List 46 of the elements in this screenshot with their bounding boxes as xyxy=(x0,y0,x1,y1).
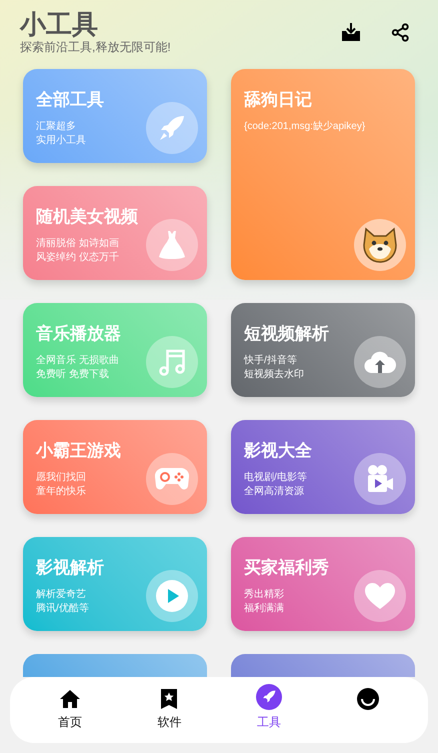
play-icon xyxy=(156,580,188,612)
card-title: 全部工具 xyxy=(36,89,104,111)
music-note-icon xyxy=(158,347,186,377)
tool-card[interactable]: 影视大全 电视剧/电影等 全网高清资源 xyxy=(231,420,415,514)
card-description: 解析爱奇艺 腾讯/优酷等 xyxy=(36,588,89,616)
rocket-icon xyxy=(260,689,277,705)
card-description: 电视剧/电影等 全网高清资源 xyxy=(244,471,307,499)
heart-icon xyxy=(364,582,396,610)
card-title: 音乐播放器 xyxy=(36,323,121,345)
nav-tab[interactable]: 软件 xyxy=(129,682,210,738)
tool-card[interactable]: 短视频解析 快手/抖音等 短视频去水印 xyxy=(231,303,415,397)
nav-tab[interactable]: 首页 xyxy=(30,682,110,738)
card-title: 影视解析 xyxy=(36,557,104,579)
tool-card[interactable]: 买家福利秀 秀出精彩 福利满满 xyxy=(231,537,415,631)
tool-card[interactable]: 舔狗日记 {code:201,msg:缺少apikey} xyxy=(231,69,415,280)
tool-card[interactable]: 音乐播放器 全网音乐 无损歌曲 免费听 免费下载 xyxy=(23,303,207,397)
card-title: 短视频解析 xyxy=(244,323,329,345)
share-icon[interactable] xyxy=(391,22,410,42)
tool-card[interactable]: 全部工具 汇聚超多 实用小工具 xyxy=(23,69,207,163)
tool-card[interactable]: 小霸王游戏 愿我们找回 童年的快乐 xyxy=(23,420,207,514)
tool-card[interactable]: 随机美女视频 清丽脱俗 如诗如画 风姿绰约 仪态万千 xyxy=(23,186,207,280)
card-description: 全网音乐 无损歌曲 免费听 免费下载 xyxy=(36,354,119,382)
cloud-upload-icon xyxy=(364,349,396,375)
card-title: 小霸王游戏 xyxy=(36,440,121,462)
app-title: 小工具 xyxy=(20,8,99,40)
card-title: 舔狗日记 xyxy=(244,89,312,111)
card-description: 清丽脱俗 如诗如画 风姿绰约 仪态万千 xyxy=(36,237,119,265)
video-camera-icon xyxy=(366,464,394,494)
home-icon xyxy=(60,690,80,708)
card-title: 随机美女视频 xyxy=(36,206,138,228)
bookmark-star-icon xyxy=(161,689,178,709)
card-title: 买家福利秀 xyxy=(244,557,329,579)
rocket-icon xyxy=(157,113,187,143)
smiley-icon xyxy=(357,688,380,710)
tool-card[interactable]: 影视解析 解析爱奇艺 腾讯/优酷等 xyxy=(23,537,207,631)
gamepad-icon xyxy=(155,467,189,491)
card-description: {code:201,msg:缺少apikey} xyxy=(244,120,366,134)
card-description: 汇聚超多 实用小工具 xyxy=(36,120,86,148)
nav-tab[interactable]: 工具 xyxy=(228,682,309,738)
card-title: 影视大全 xyxy=(244,440,312,462)
card-description: 快手/抖音等 短视频去水印 xyxy=(244,354,304,382)
card-description: 愿我们找回 童年的快乐 xyxy=(36,471,86,499)
download-icon[interactable] xyxy=(341,22,361,42)
dress-icon xyxy=(158,230,186,260)
card-description: 秀出精彩 福利满满 xyxy=(244,588,284,616)
app-subtitle: 探索前沿工具,释放无限可能! xyxy=(20,40,171,55)
